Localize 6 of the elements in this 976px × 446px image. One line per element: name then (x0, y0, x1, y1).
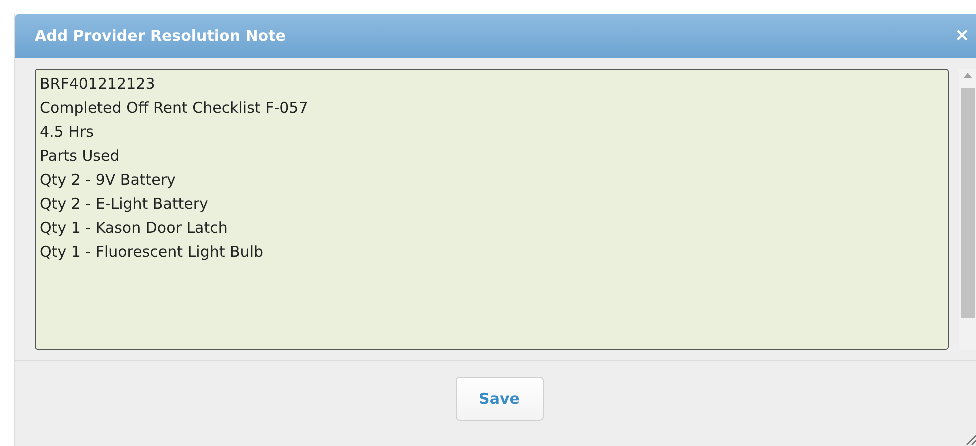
resize-handle-icon[interactable] (966, 434, 976, 446)
dialog-title: Add Provider Resolution Note (35, 26, 286, 47)
close-button[interactable]: × (954, 27, 970, 45)
save-button[interactable]: Save (456, 377, 544, 421)
note-field[interactable]: BRF401212123 Completed Off Rent Checklist F-057 4.5 Hrs Parts Used Qty 2 - 9V Battery Qty 2 - E-Light Battery Qty 1 - Kason Door Latch Qty 1 - Fluorescent Light Bulb (35, 69, 949, 350)
scrollbar[interactable] (959, 69, 976, 350)
